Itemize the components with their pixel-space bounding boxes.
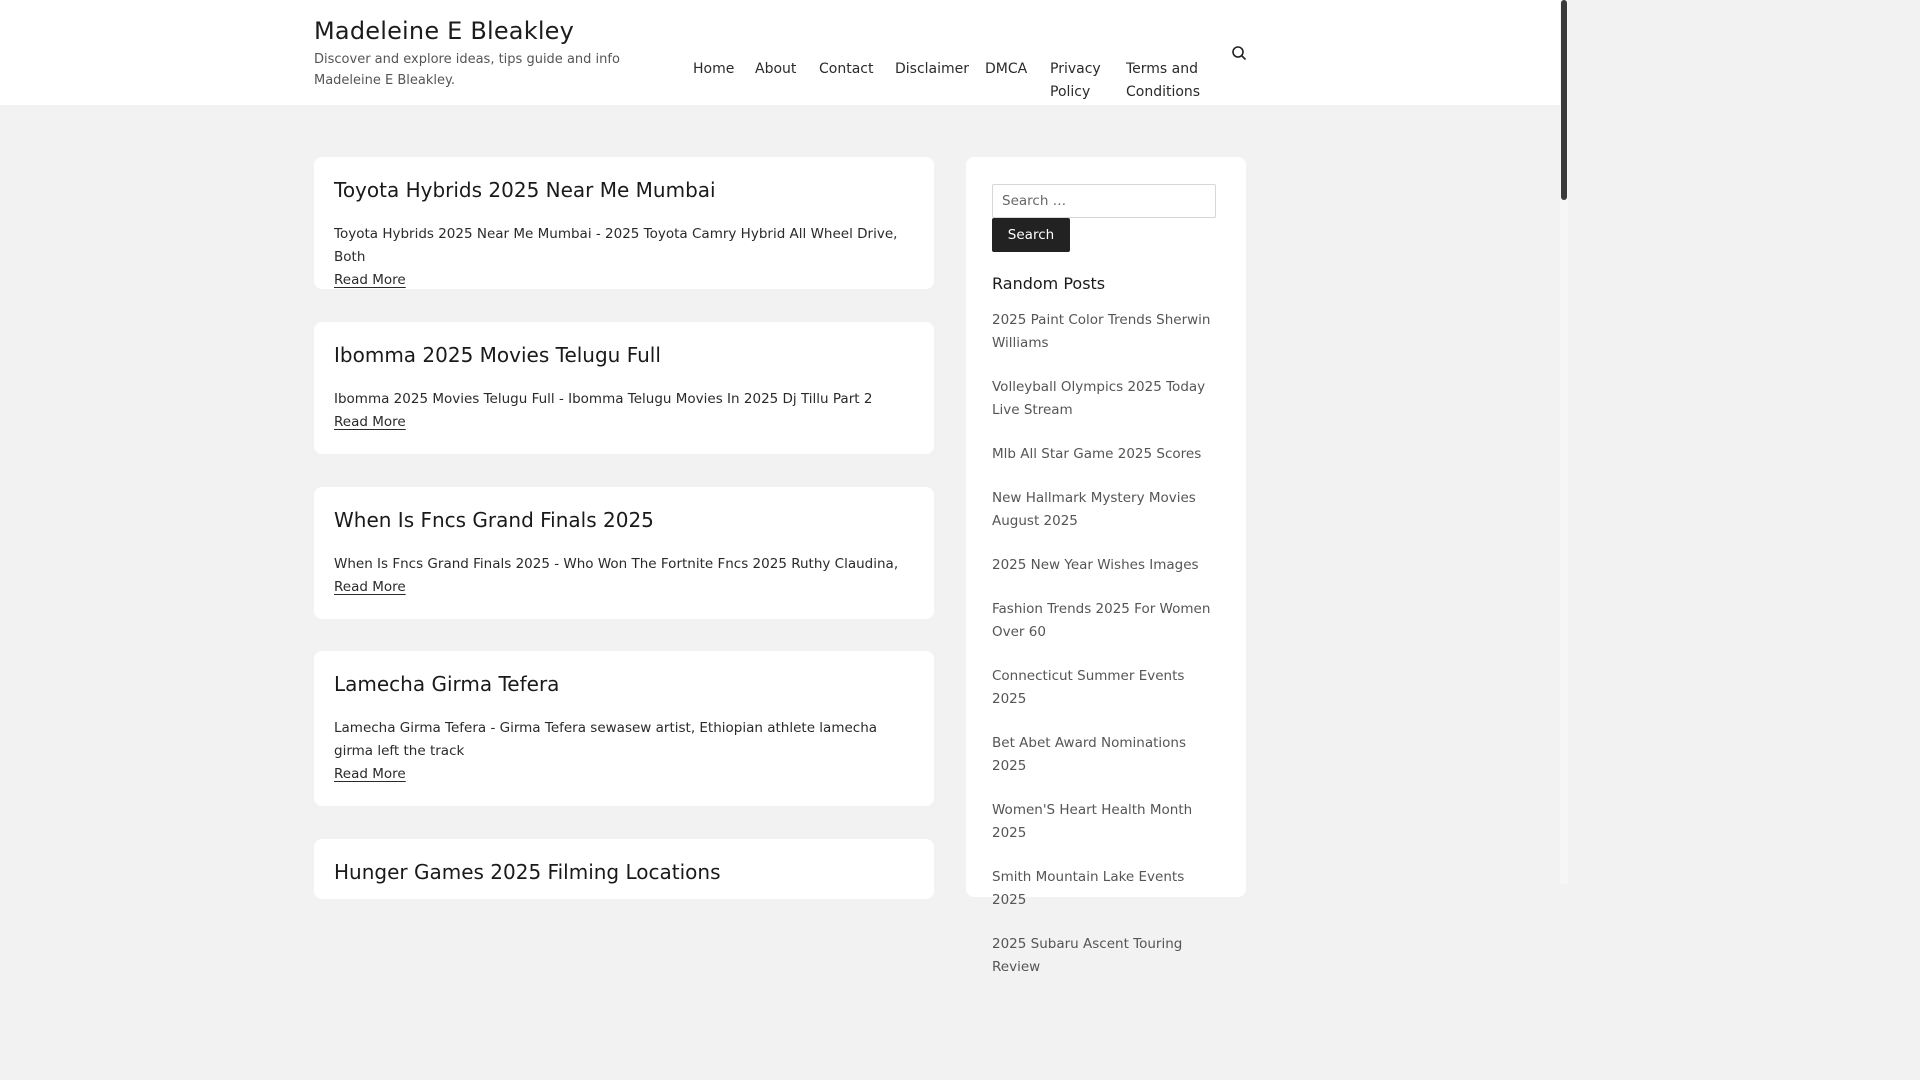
post-title[interactable]: Ibomma 2025 Movies Telugu Full (334, 340, 914, 370)
post-card: Hunger Games 2025 Filming Locations (314, 839, 934, 899)
random-post-link[interactable]: Mlb All Star Game 2025 Scores (992, 443, 1220, 466)
post-excerpt: Toyota Hybrids 2025 Near Me Mumbai - 202… (334, 226, 898, 265)
read-more-link[interactable]: Read More (334, 269, 406, 292)
random-post-link[interactable]: Connecticut Summer Events 2025 (992, 665, 1220, 711)
random-posts-title: Random Posts (992, 274, 1106, 293)
nav-item-about[interactable]: About (755, 58, 796, 81)
post-card: When Is Fncs Grand Finals 2025 When Is F… (314, 487, 934, 619)
site-description: Discover and explore ideas, tips guide a… (314, 52, 620, 88)
random-post-link[interactable]: Smith Mountain Lake Events 2025 (992, 866, 1220, 912)
list-item: 2025 Subaru Ascent Touring Review (992, 933, 1220, 979)
list-item: Mlb All Star Game 2025 Scores (992, 443, 1220, 466)
read-more-link[interactable]: Read More (334, 576, 406, 599)
nav-item-home[interactable]: Home (693, 58, 734, 81)
sidebar: Search Random Posts 2025 Paint Color Tre… (966, 157, 1246, 975)
search-form: Search (992, 184, 1220, 252)
search-icon[interactable] (1230, 44, 1248, 62)
random-post-link[interactable]: Women'S Heart Health Month 2025 (992, 799, 1220, 845)
page-scrollbar[interactable] (1560, 0, 1568, 884)
post-title[interactable]: Lamecha Girma Tefera (334, 669, 914, 699)
list-item: New Hallmark Mystery Movies August 2025 (992, 487, 1220, 533)
post-card: Toyota Hybrids 2025 Near Me Mumbai Toyot… (314, 157, 934, 289)
random-post-link[interactable]: New Hallmark Mystery Movies August 2025 (992, 487, 1220, 533)
site-header: Madeleine E Bleakley Discover and explor… (0, 0, 1560, 105)
random-post-link[interactable]: 2025 Subaru Ascent Touring Review (992, 933, 1220, 979)
random-post-link[interactable]: Volleyball Olympics 2025 Today Live Stre… (992, 376, 1220, 422)
random-post-link[interactable]: 2025 Paint Color Trends Sherwin Williams (992, 309, 1220, 355)
list-item: Connecticut Summer Events 2025 (992, 665, 1220, 711)
post-excerpt: When Is Fncs Grand Finals 2025 - Who Won… (334, 556, 899, 572)
post-excerpt: Ibomma 2025 Movies Telugu Full - Ibomma … (334, 391, 873, 407)
random-post-link[interactable]: 2025 New Year Wishes Images (992, 554, 1220, 577)
list-item: 2025 Paint Color Trends Sherwin Williams (992, 309, 1220, 355)
nav-item-contact[interactable]: Contact (819, 58, 873, 81)
scrollbar-thumb[interactable] (1561, 0, 1567, 200)
site-branding: Madeleine E Bleakley Discover and explor… (314, 14, 659, 91)
search-icon-graphic (1232, 46, 1246, 60)
list-item: Volleyball Olympics 2025 Today Live Stre… (992, 376, 1220, 422)
list-item: Fashion Trends 2025 For Women Over 60 (992, 598, 1220, 644)
nav-item-dmca[interactable]: DMCA (985, 58, 1027, 81)
post-title[interactable]: When Is Fncs Grand Finals 2025 (334, 505, 914, 535)
nav-item-privacy-policy[interactable]: Privacy Policy (1050, 58, 1110, 104)
random-post-link[interactable]: Fashion Trends 2025 For Women Over 60 (992, 598, 1220, 644)
post-card: Ibomma 2025 Movies Telugu Full Ibomma 20… (314, 322, 934, 454)
post-title[interactable]: Toyota Hybrids 2025 Near Me Mumbai (334, 175, 914, 205)
post-title[interactable]: Hunger Games 2025 Filming Locations (334, 857, 914, 887)
random-posts-list: 2025 Paint Color Trends Sherwin Williams… (992, 309, 1220, 979)
read-more-link[interactable]: Read More (334, 763, 406, 786)
search-button[interactable]: Search (992, 218, 1070, 252)
list-item: Smith Mountain Lake Events 2025 (992, 866, 1220, 912)
read-more-link[interactable]: Read More (334, 411, 406, 434)
list-item: Women'S Heart Health Month 2025 (992, 799, 1220, 845)
random-post-link[interactable]: Bet Abet Award Nominations 2025 (992, 732, 1220, 778)
list-item: Bet Abet Award Nominations 2025 (992, 732, 1220, 778)
post-excerpt: Lamecha Girma Tefera - Girma Tefera sewa… (334, 720, 878, 759)
nav-item-disclaimer[interactable]: Disclaimer (895, 58, 969, 81)
list-item: 2025 New Year Wishes Images (992, 554, 1220, 577)
search-input[interactable] (992, 184, 1216, 218)
post-card: Lamecha Girma Tefera Lamecha Girma Tefer… (314, 651, 934, 806)
nav-item-terms-and-conditions[interactable]: Terms and Conditions (1126, 58, 1210, 104)
site-title[interactable]: Madeleine E Bleakley (314, 14, 659, 48)
